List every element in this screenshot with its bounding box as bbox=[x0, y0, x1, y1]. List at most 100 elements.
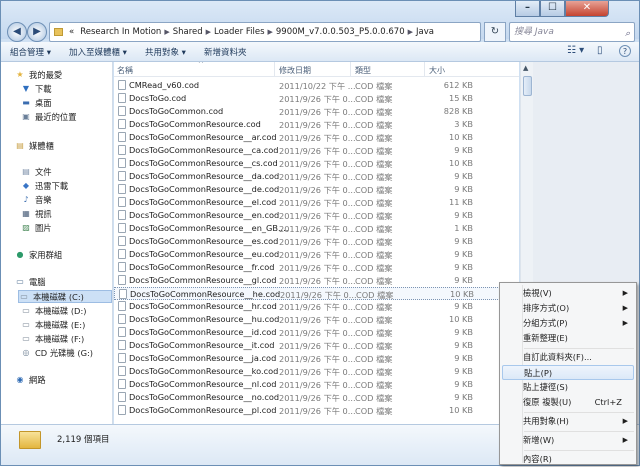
minimize-button[interactable]: – bbox=[515, 1, 540, 17]
maximize-button[interactable]: ☐ bbox=[540, 1, 565, 17]
column-size[interactable]: 大小 bbox=[429, 65, 445, 76]
sidebar-item-cd-drive[interactable]: ◎ CD 光碟機 (G:) bbox=[21, 346, 94, 359]
sidebar-item-video[interactable]: ▦ 視訊 bbox=[21, 207, 51, 220]
documents-icon: ▤ bbox=[22, 167, 30, 176]
sidebar-item-recent-places[interactable]: ▣ 最近的位置 bbox=[21, 110, 76, 123]
breadcrumb-overflow[interactable]: « bbox=[66, 27, 77, 37]
sidebar-item-favorites[interactable]: ★ 我的最愛 bbox=[15, 68, 62, 81]
help-button[interactable]: ? bbox=[619, 45, 631, 57]
table-row[interactable]: DocsToGoCommonResource__eu.cod 2011/9/26 … bbox=[114, 248, 519, 261]
context-menu-item[interactable]: 新增(W) ▶ bbox=[502, 433, 634, 448]
table-row[interactable]: DocsToGoCommonResource__id.cod 2011/9/26 … bbox=[114, 326, 519, 339]
search-input[interactable]: 搜尋 Java ⌕ bbox=[509, 22, 635, 42]
table-row[interactable]: DocsToGoCommonResource__el.cod 2011/9/26 … bbox=[114, 196, 519, 209]
table-row[interactable]: DocsToGoCommon.cod 2011/9/26 下午 0... COD 檔… bbox=[114, 105, 519, 118]
breadcrumb-research-in-motion[interactable]: Research In Motion bbox=[77, 27, 164, 37]
sidebar-item-label: 本機磁碟 (F:) bbox=[35, 333, 85, 344]
table-row[interactable]: DocsToGoCommonResource__ko.cod 2011/9/26 … bbox=[114, 365, 519, 378]
column-type[interactable]: 類型 bbox=[355, 65, 371, 76]
table-row[interactable]: DocsToGoCommonResource__es.cod 2011/9/26 … bbox=[114, 235, 519, 248]
table-row[interactable]: DocsToGoCommonResource__fr.cod 2011/9/26 … bbox=[114, 261, 519, 274]
computer-icon: ▭ bbox=[16, 277, 24, 286]
add-to-library-button[interactable]: 加入至媒體櫃 ▾ bbox=[60, 46, 136, 58]
column-divider[interactable] bbox=[350, 62, 351, 77]
file-icon bbox=[118, 106, 126, 116]
context-menu-item[interactable]: 分組方式(P) ▶ bbox=[502, 316, 634, 331]
breadcrumb-version-folder[interactable]: 9900M_v7.0.0.503_P5.0.0.670 bbox=[273, 27, 408, 37]
table-row[interactable]: DocsToGoCommonResource__nl.cod 2011/9/26 … bbox=[114, 378, 519, 391]
column-divider[interactable] bbox=[424, 62, 425, 77]
table-row[interactable]: DocsToGoCommonResource.cod 2011/9/26 下午 0… bbox=[114, 118, 519, 131]
sidebar-item-documents[interactable]: ▤ 文件 bbox=[21, 165, 51, 178]
table-row[interactable]: DocsToGoCommonResource__hu.cod 2011/9/26 … bbox=[114, 313, 519, 326]
table-row[interactable]: DocsToGoCommonResource__he.cod 2011/9/26 … bbox=[114, 287, 519, 300]
sidebar-item-pictures[interactable]: ▨ 圖片 bbox=[21, 221, 51, 234]
back-button[interactable]: ◀ bbox=[7, 22, 27, 42]
context-menu-item[interactable]: 共用對象(H) ▶ bbox=[502, 414, 634, 429]
context-menu-item[interactable]: 排序方式(O) ▶ bbox=[502, 301, 634, 316]
organize-button[interactable]: 組合管理 ▾ bbox=[1, 46, 60, 58]
table-row[interactable]: DocsToGoCommonResource__en_GB.... 2011/9/… bbox=[114, 222, 519, 235]
sidebar-item-computer[interactable]: ▭ 電腦 bbox=[15, 275, 45, 288]
address-bar[interactable]: « Research In Motion ▶ Shared ▶ Loader Fil… bbox=[49, 22, 481, 42]
share-with-button[interactable]: 共用對象 ▾ bbox=[136, 46, 195, 58]
table-row[interactable]: DocsToGoCommonResource__gl.cod 2011/9/26 … bbox=[114, 274, 519, 287]
table-row[interactable]: DocsToGoCommonResource__da.cod 2011/9/26 … bbox=[114, 170, 519, 183]
breadcrumb-java[interactable]: Java bbox=[413, 27, 437, 37]
sidebar-item-downloads[interactable]: ▼ 下載 bbox=[21, 82, 52, 95]
context-menu-item[interactable]: 貼上(P) bbox=[502, 365, 634, 380]
sidebar-item-music[interactable]: ♪ 音樂 bbox=[21, 193, 51, 206]
table-row[interactable]: DocsToGoCommonResource__ca.cod 2011/9/26 … bbox=[114, 144, 519, 157]
preview-pane-button[interactable]: ▯ bbox=[597, 45, 603, 56]
file-type: COD 檔案 bbox=[355, 94, 393, 104]
forward-button[interactable]: ▶ bbox=[27, 22, 47, 42]
context-menu-item[interactable]: 貼上捷徑(S) bbox=[502, 380, 634, 395]
context-menu-item[interactable]: 復原 複製(U) Ctrl+Z bbox=[502, 395, 634, 410]
refresh-button[interactable]: ↻ bbox=[484, 22, 506, 42]
file-name: DocsToGoCommonResource__en_GB.... bbox=[129, 223, 289, 233]
context-menu-item[interactable]: 自訂此資料夾(F)... bbox=[502, 350, 634, 365]
sidebar-item-drive-d[interactable]: ▭ 本機磁碟 (D:) bbox=[21, 304, 86, 317]
file-size: 11 KB bbox=[448, 197, 473, 207]
sidebar-item-desktop[interactable]: ▬ 桌面 bbox=[21, 96, 51, 109]
sidebar-item-drive-c[interactable]: ▭ 本機磁碟 (C:) bbox=[18, 290, 112, 303]
table-row[interactable]: DocsToGoCommonResource__hr.cod 2011/9/26 … bbox=[114, 300, 519, 313]
file-size: 9 KB bbox=[454, 275, 473, 285]
breadcrumb-loader-files[interactable]: Loader Files bbox=[211, 27, 267, 37]
table-row[interactable]: DocsToGoCommonResource__pl.cod 2011/9/26 … bbox=[114, 404, 519, 417]
sidebar-item-libraries[interactable]: ▤ 媒體櫃 bbox=[15, 139, 54, 152]
file-size: 828 KB bbox=[443, 106, 473, 116]
breadcrumb-shared[interactable]: Shared bbox=[170, 27, 206, 37]
sidebar-item-drive-e[interactable]: ▭ 本機磁碟 (E:) bbox=[21, 318, 85, 331]
file-name: DocsToGoCommonResource__ca.cod bbox=[129, 145, 279, 155]
table-row[interactable]: DocsToGo.cod 2011/9/26 下午 0... COD 檔案 15 KB bbox=[114, 92, 519, 105]
sidebar-item-homegroup[interactable]: ● 家用群組 bbox=[15, 248, 63, 261]
table-row[interactable]: CMRead_v60.cod 2011/10/22 下午 ... COD 檔案 612… bbox=[114, 79, 519, 92]
table-row[interactable]: DocsToGoCommonResource__de.cod 2011/9/26 … bbox=[114, 183, 519, 196]
new-folder-button[interactable]: 新增資料夾 bbox=[195, 46, 256, 58]
scrollbar-thumb[interactable] bbox=[523, 76, 532, 96]
change-view-button[interactable]: ☷ ▾ bbox=[567, 45, 584, 56]
sidebar-item-drive-f[interactable]: ▭ 本機磁碟 (F:) bbox=[21, 332, 84, 345]
table-row[interactable]: DocsToGoCommonResource__cs.cod 2011/9/26 … bbox=[114, 157, 519, 170]
table-row[interactable]: DocsToGoCommonResource__en.cod 2011/9/26 … bbox=[114, 209, 519, 222]
file-type: COD 檔案 bbox=[355, 120, 393, 130]
sidebar-item-thunder-download[interactable]: ◆ 迅雷下載 bbox=[21, 179, 68, 192]
context-menu-item[interactable]: 重新整理(E) bbox=[502, 331, 634, 346]
table-row[interactable]: DocsToGoCommonResource__no.cod 2011/9/26 … bbox=[114, 391, 519, 404]
column-date[interactable]: 修改日期 bbox=[279, 65, 311, 76]
context-menu-item[interactable]: 內容(R) bbox=[502, 452, 634, 467]
sidebar-item-label: 本機磁碟 (D:) bbox=[35, 305, 87, 316]
table-row[interactable]: DocsToGoCommonResource__ar.cod 2011/9/26 … bbox=[114, 131, 519, 144]
column-name[interactable]: 名稱 bbox=[117, 65, 133, 76]
context-menu-item[interactable]: 檢視(V) ▶ bbox=[502, 286, 634, 301]
table-row[interactable]: DocsToGoCommonResource__it.cod 2011/9/26 … bbox=[114, 339, 519, 352]
sidebar-item-network[interactable]: ◉ 網路 bbox=[15, 373, 46, 386]
search-icon[interactable]: ⌕ bbox=[625, 25, 630, 43]
file-name: DocsToGoCommon.cod bbox=[129, 106, 224, 116]
scroll-up-icon[interactable]: ▲ bbox=[523, 64, 528, 72]
file-name: DocsToGoCommonResource__ja.cod bbox=[129, 353, 277, 363]
column-divider[interactable] bbox=[274, 62, 275, 77]
table-row[interactable]: DocsToGoCommonResource__ja.cod 2011/9/26 … bbox=[114, 352, 519, 365]
close-button[interactable]: ✕ bbox=[565, 1, 609, 17]
